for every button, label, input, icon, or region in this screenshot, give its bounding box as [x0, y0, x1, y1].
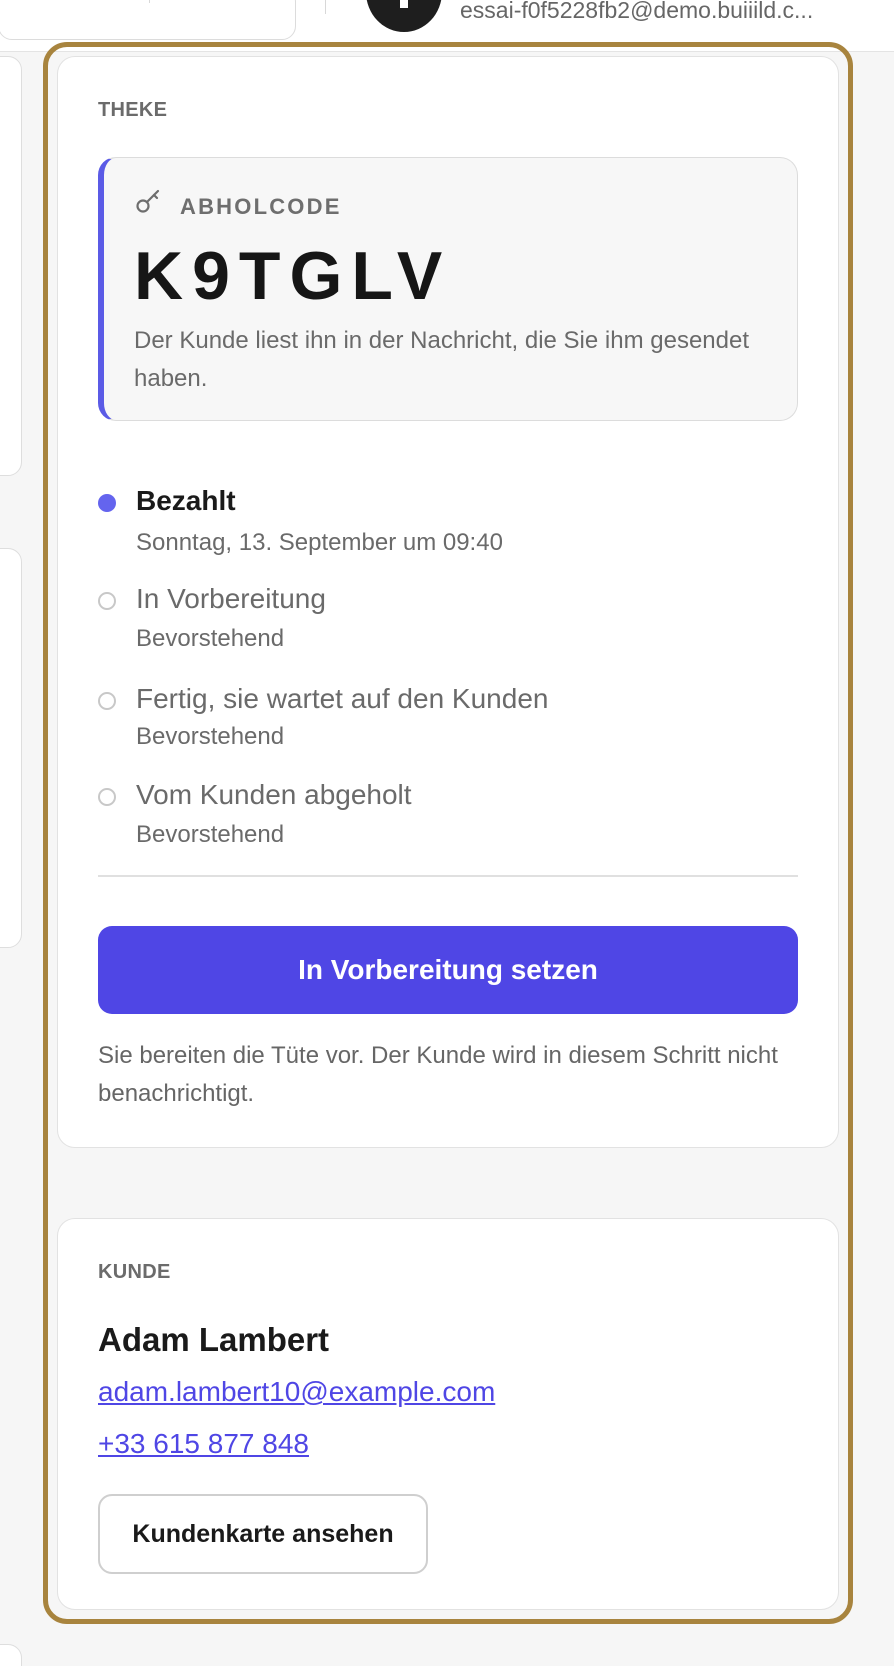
side-panel-fragment — [0, 548, 22, 948]
toolbar-group — [0, 0, 296, 40]
side-panel-fragment — [0, 1644, 22, 1666]
user-email[interactable]: essai-f0f5228fb2@demo.buiiild.c... — [460, 0, 813, 24]
toolbar-separator — [325, 0, 326, 14]
toolbar-separator — [149, 0, 150, 3]
focus-highlight-frame — [43, 42, 853, 1624]
side-panel-fragment — [0, 56, 22, 476]
avatar-initial-icon — [400, 0, 408, 8]
